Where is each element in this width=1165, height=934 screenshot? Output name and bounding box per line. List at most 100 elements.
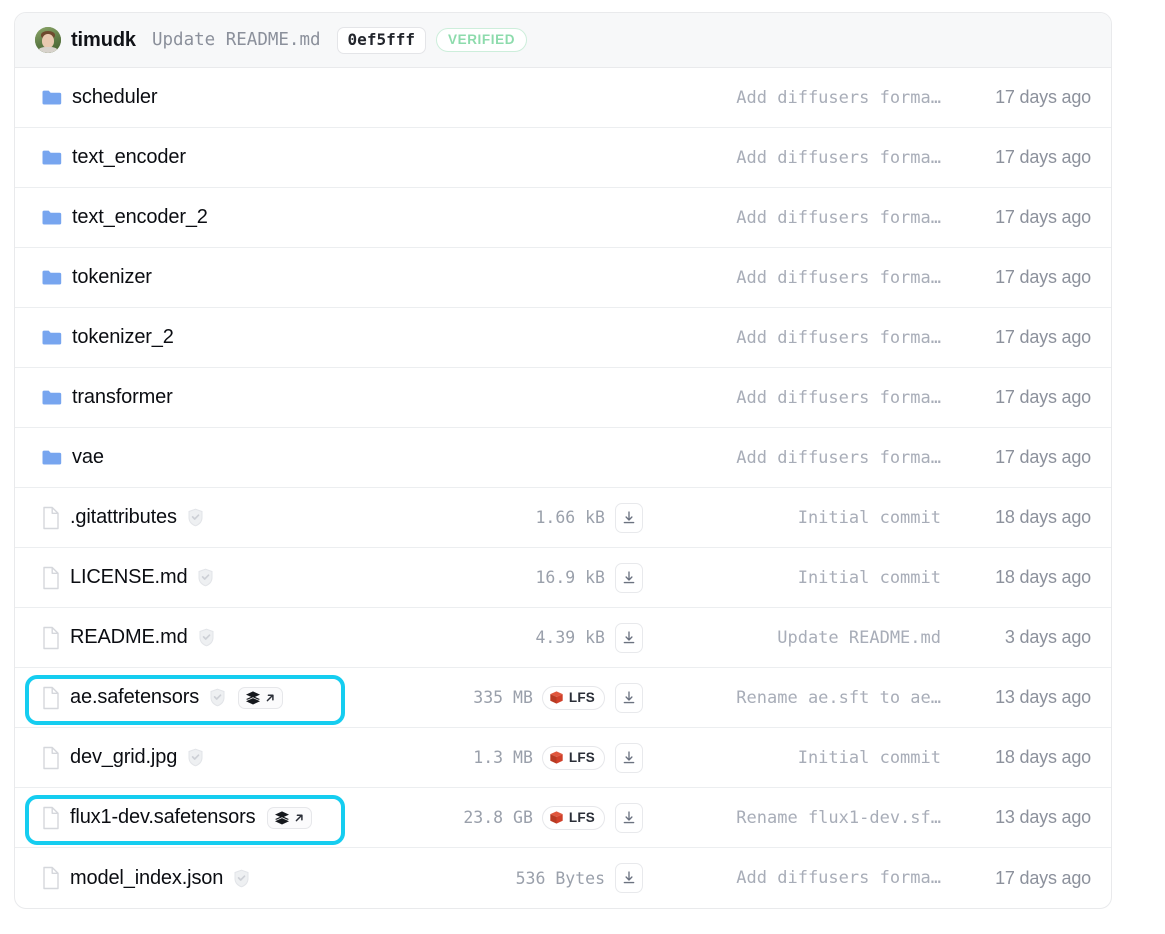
row-commit-message[interactable]: Add diffusers forma…	[655, 328, 941, 348]
row-commit-message[interactable]: Add diffusers forma…	[655, 88, 941, 108]
table-row[interactable]: text_encoder Add diffusers forma… 17 days …	[15, 128, 1111, 188]
row-commit-date: 13 days ago	[995, 687, 1091, 707]
entry-name-cell[interactable]: .gitattributes	[35, 506, 204, 530]
row-commit-message[interactable]: Add diffusers forma…	[655, 868, 941, 888]
row-commit-message[interactable]: Initial commit	[655, 508, 941, 528]
download-button[interactable]	[615, 863, 643, 893]
entry-name-cell[interactable]: vae	[35, 446, 104, 469]
commit-hash-badge[interactable]: 0ef5fff	[336, 26, 426, 54]
entry-name-cell[interactable]: model_index.json	[35, 866, 250, 890]
entry-name[interactable]: LICENSE.md	[70, 566, 188, 589]
entry-name[interactable]: README.md	[70, 626, 188, 649]
entry-name[interactable]: ae.safetensors	[70, 686, 199, 709]
entry-name[interactable]: transformer	[72, 386, 173, 409]
table-row[interactable]: model_index.json 536 Bytes Add diffusers f…	[15, 848, 1111, 908]
entry-meta-cell: 1.3 MB LFS Initial commit 18 days ago	[473, 742, 1091, 773]
repo-file-browser-card: timudk Update README.md 0ef5fff VERIFIED…	[14, 12, 1112, 909]
row-commit-date: 17 days ago	[995, 267, 1091, 287]
download-icon	[621, 750, 637, 766]
entry-name-cell[interactable]: text_encoder	[35, 146, 186, 169]
entry-name-cell[interactable]: scheduler	[35, 86, 158, 109]
entry-name-cell[interactable]: text_encoder_2	[35, 206, 208, 229]
entry-name[interactable]: dev_grid.jpg	[70, 746, 177, 769]
entry-name-cell[interactable]: LICENSE.md	[35, 566, 214, 590]
avatar[interactable]	[35, 27, 61, 53]
table-row[interactable]: flux1-dev.safetensors 23.8 GB LFS Rename fl…	[15, 788, 1111, 848]
table-row[interactable]: tokenizer Add diffusers forma… 17 days ago	[15, 248, 1111, 308]
download-button[interactable]	[615, 622, 643, 653]
entry-name[interactable]: text_encoder_2	[72, 206, 208, 229]
table-row[interactable]: scheduler Add diffusers forma… 17 days ago	[15, 68, 1111, 128]
table-row[interactable]: LICENSE.md 16.9 kB Initial commit 18 days a…	[15, 548, 1111, 608]
row-commit-message[interactable]: Initial commit	[655, 568, 941, 588]
download-button[interactable]	[615, 562, 643, 593]
entry-name-cell[interactable]: README.md	[35, 626, 215, 650]
external-link-icon	[293, 812, 305, 824]
entry-meta-cell: 16.9 kB Initial commit 18 days ago	[535, 562, 1091, 593]
row-commit-message[interactable]: Rename ae.sft to ae…	[655, 688, 941, 708]
entry-name-cell[interactable]: transformer	[35, 386, 173, 409]
entry-name[interactable]: tokenizer_2	[72, 326, 174, 349]
row-commit-message[interactable]: Update README.md	[655, 628, 941, 648]
file-icon	[41, 866, 61, 890]
verified-badge: VERIFIED	[435, 27, 528, 53]
lfs-box-icon	[549, 810, 564, 825]
row-commit-message[interactable]: Add diffusers forma…	[655, 448, 941, 468]
commit-message-title[interactable]: Update README.md	[152, 30, 321, 50]
lfs-badge: LFS	[541, 805, 605, 830]
entry-meta-cell: Add diffusers forma… 17 days ago	[655, 387, 1091, 408]
scan-passed-shield-icon[interactable]	[187, 508, 204, 527]
scan-passed-shield-icon[interactable]	[187, 748, 204, 767]
download-button[interactable]	[615, 802, 643, 833]
entry-meta-cell: Add diffusers forma… 17 days ago	[655, 327, 1091, 348]
download-button[interactable]	[615, 502, 643, 533]
entry-name-cell[interactable]: tokenizer_2	[35, 326, 174, 349]
row-commit-date: 17 days ago	[995, 207, 1091, 227]
entry-name[interactable]: text_encoder	[72, 146, 186, 169]
table-row[interactable]: tokenizer_2 Add diffusers forma… 17 days a…	[15, 308, 1111, 368]
entry-name[interactable]: .gitattributes	[70, 506, 177, 529]
entry-name[interactable]: tokenizer	[72, 266, 152, 289]
table-row[interactable]: text_encoder_2 Add diffusers forma… 17 day…	[15, 188, 1111, 248]
table-row[interactable]: dev_grid.jpg 1.3 MB LFS Initial commit 18 da…	[15, 728, 1111, 788]
download-button[interactable]	[615, 742, 643, 773]
row-commit-message[interactable]: Add diffusers forma…	[655, 268, 941, 288]
entry-name[interactable]: scheduler	[72, 86, 158, 109]
entry-name[interactable]: flux1-dev.safetensors	[70, 806, 256, 829]
lfs-badge: LFS	[541, 745, 605, 770]
row-commit-date: 18 days ago	[995, 567, 1091, 587]
entry-name-cell[interactable]: dev_grid.jpg	[35, 746, 204, 770]
table-row[interactable]: .gitattributes 1.66 kB Initial commit 18 da…	[15, 488, 1111, 548]
scan-passed-shield-icon[interactable]	[198, 628, 215, 647]
stacked-layers-icon	[245, 690, 261, 706]
commit-author-name[interactable]: timudk	[71, 29, 136, 52]
table-row[interactable]: README.md 4.39 kB Update README.md 3 days a…	[15, 608, 1111, 668]
entry-name-cell[interactable]: tokenizer	[35, 266, 152, 289]
download-button[interactable]	[615, 682, 643, 713]
entry-meta-cell: 335 MB LFS Rename ae.sft to ae… 13 days ago	[473, 682, 1091, 713]
row-commit-message[interactable]: Rename flux1-dev.sf…	[655, 808, 941, 828]
file-list: scheduler Add diffusers forma… 17 days ago…	[15, 68, 1111, 908]
safetensors-viewer-badge[interactable]	[267, 806, 313, 829]
row-commit-message[interactable]: Initial commit	[655, 748, 941, 768]
download-icon	[621, 510, 637, 526]
table-row[interactable]: ae.safetensors 335 MB LFS Rename ae.sft to …	[15, 668, 1111, 728]
entry-name[interactable]: model_index.json	[70, 867, 223, 890]
scan-passed-shield-icon[interactable]	[209, 688, 226, 707]
safetensors-viewer-badge[interactable]	[238, 686, 284, 709]
row-commit-message[interactable]: Add diffusers forma…	[655, 208, 941, 228]
entry-meta-cell: Add diffusers forma… 17 days ago	[655, 87, 1091, 108]
entry-name-cell[interactable]: flux1-dev.safetensors	[35, 806, 313, 830]
row-commit-message[interactable]: Add diffusers forma…	[655, 388, 941, 408]
download-icon	[621, 810, 637, 826]
scan-passed-shield-icon[interactable]	[233, 869, 250, 888]
table-row[interactable]: vae Add diffusers forma… 17 days ago	[15, 428, 1111, 488]
entry-name-cell[interactable]: ae.safetensors	[35, 686, 284, 710]
entry-meta-cell: 4.39 kB Update README.md 3 days ago	[535, 622, 1091, 653]
table-row[interactable]: transformer Add diffusers forma… 17 days a…	[15, 368, 1111, 428]
scan-passed-shield-icon[interactable]	[197, 568, 214, 587]
lfs-box-icon	[549, 690, 564, 705]
row-commit-message[interactable]: Add diffusers forma…	[655, 148, 941, 168]
row-commit-date: 17 days ago	[995, 447, 1091, 467]
entry-name[interactable]: vae	[72, 446, 104, 469]
